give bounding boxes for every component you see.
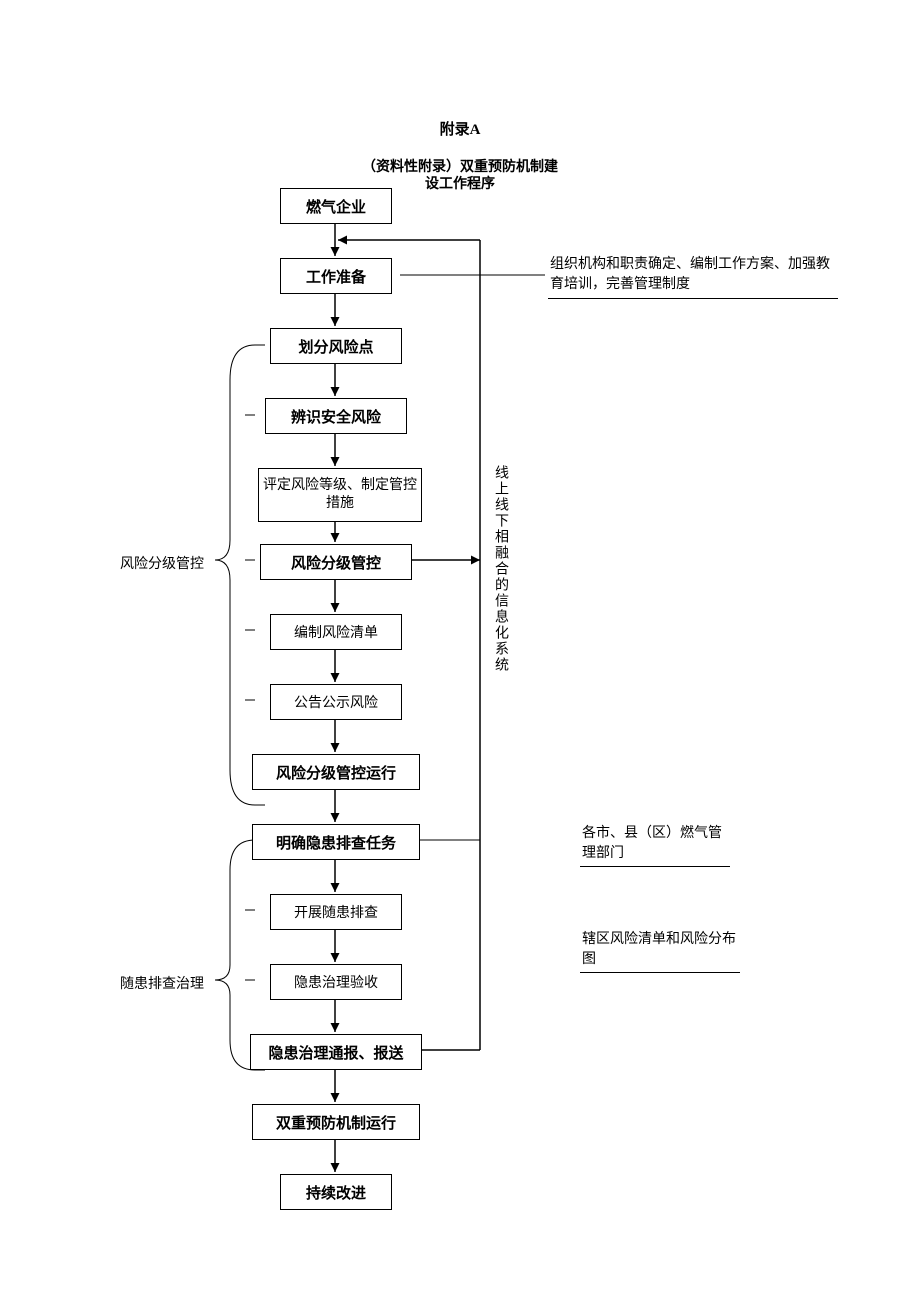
annotation-org-responsibility: 组织机构和职责确定、编制工作方案、加强教育培训，完善管理制度 [550, 255, 830, 294]
annotation-city-county-dept: 各市、县（区）燃气管理部门 [582, 824, 732, 863]
annotation-district-risk-list: 辖区风险清单和风险分布图 [582, 930, 742, 969]
connectors-layer [0, 0, 920, 1301]
node-continuous-improvement: 持续改进 [280, 1174, 392, 1210]
node-gas-enterprise: 燃气企业 [280, 188, 392, 224]
node-risk-grade-control: 风险分级管控 [260, 544, 412, 580]
node-conduct-hazard-check: 开展随患排查 [270, 894, 402, 930]
node-hazard-report: 隐患治理通报、报送 [250, 1034, 422, 1070]
node-risk-control-operation: 风险分级管控运行 [252, 754, 420, 790]
node-compile-risk-list: 编制风险清单 [270, 614, 402, 650]
group-label-hazard-investigation: 随患排查治理 [120, 973, 204, 993]
annotation-underline-2 [580, 866, 730, 867]
node-evaluate-risk-level: 评定风险等级、制定管控措施 [258, 468, 422, 522]
annotation-underline-1 [548, 298, 838, 299]
vertical-info-system-label: 线上线下相融合的信息化系统 [490, 465, 510, 673]
node-dual-prevention-operation: 双重预防机制运行 [252, 1104, 420, 1140]
node-work-prep: 工作准备 [280, 258, 392, 294]
group-label-risk-control: 风险分级管控 [120, 553, 204, 573]
node-hazard-treatment-accept: 隐患治理验收 [270, 964, 402, 1000]
node-identify-safety-risk: 辨识安全风险 [265, 398, 407, 434]
annotation-underline-3 [580, 972, 740, 973]
node-publicize-risk: 公告公示风险 [270, 684, 402, 720]
node-divide-risk-points: 划分风险点 [270, 328, 402, 364]
node-define-hazard-tasks: 明确隐患排查任务 [252, 824, 420, 860]
